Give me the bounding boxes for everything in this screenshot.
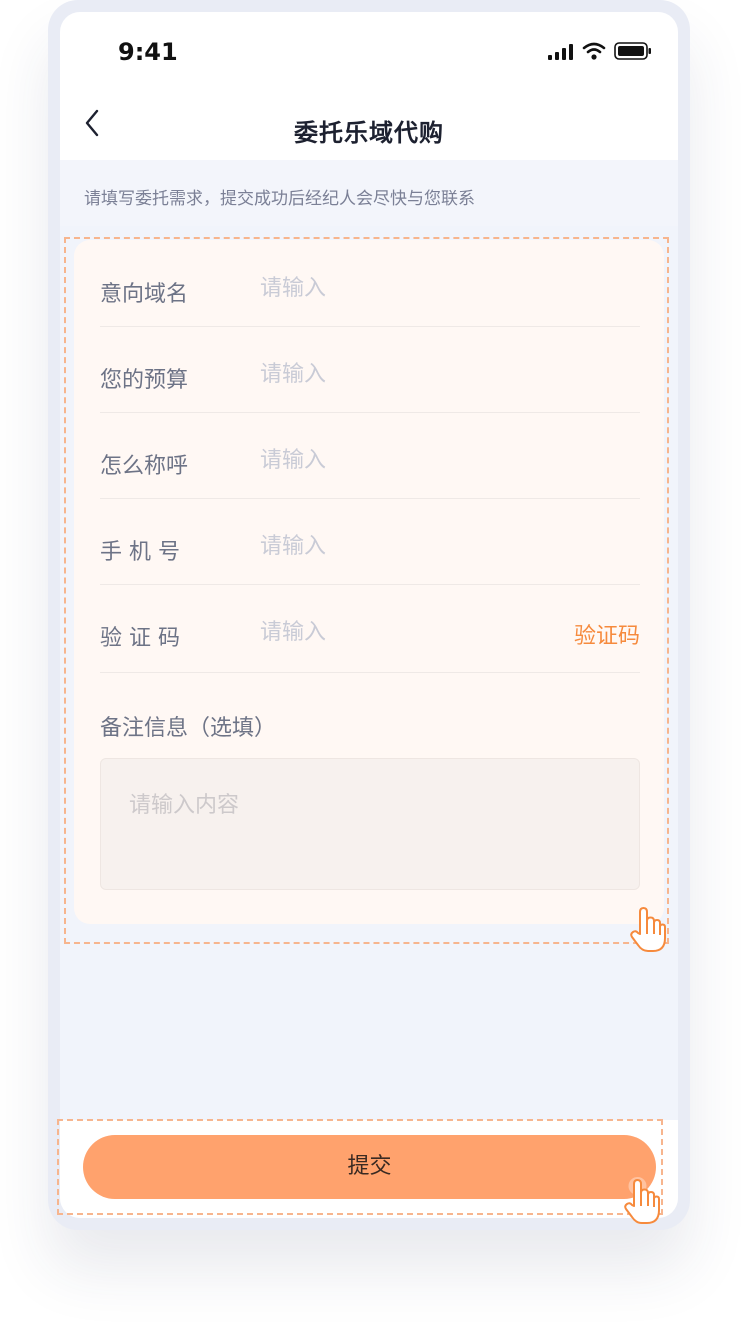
field-label: 怎么称呼 [100,454,189,479]
submit-button[interactable]: 提交 [83,1135,656,1199]
pointer-hand-icon [630,907,666,952]
field-label: 意向域名 [100,282,189,307]
signal-icon [548,44,573,60]
battery-icon [614,42,651,60]
name-input[interactable] [260,444,560,476]
status-bar: 9:41 [60,12,678,87]
remark-textarea[interactable] [100,758,640,890]
get-code-button[interactable]: 验证码 [574,618,640,650]
page-title: 委托乐域代购 [294,119,444,147]
field-label: 验 证 码 [100,626,180,651]
status-icons [548,40,652,60]
remark-label: 备注信息（选填） [100,716,277,741]
field-label: 手 机 号 [100,540,180,565]
form-row-name: 怎么称呼 [100,412,640,499]
bottom-bar: 提交 [60,1120,678,1218]
pointer-hand-icon [624,1177,660,1224]
form-row-budget: 您的预算 [100,326,640,413]
phone-screen: 9:41 委托乐域代购 请填写委托需求，提交成功后经纪人会尽快与您联系 意向域名… [60,12,678,1218]
domain-input[interactable] [260,272,560,304]
budget-input[interactable] [260,358,560,390]
phone-input[interactable] [260,530,560,562]
navigation-bar: 委托乐域代购 [60,87,678,160]
status-time: 9:41 [118,38,178,66]
form-row-code: 验 证 码 验证码 [100,584,640,673]
wifi-icon [582,42,606,60]
field-label: 您的预算 [100,368,189,393]
entrust-form-card: 意向域名 您的预算 怎么称呼 手 机 号 验 证 码 验证码 备注信息（选填） [74,240,664,924]
form-row-phone: 手 机 号 [100,498,640,585]
notice-bar: 请填写委托需求，提交成功后经纪人会尽快与您联系 [60,160,678,226]
verification-code-input[interactable] [260,616,560,648]
notice-text: 请填写委托需求，提交成功后经纪人会尽快与您联系 [84,189,475,209]
form-row-domain: 意向域名 [100,240,640,327]
